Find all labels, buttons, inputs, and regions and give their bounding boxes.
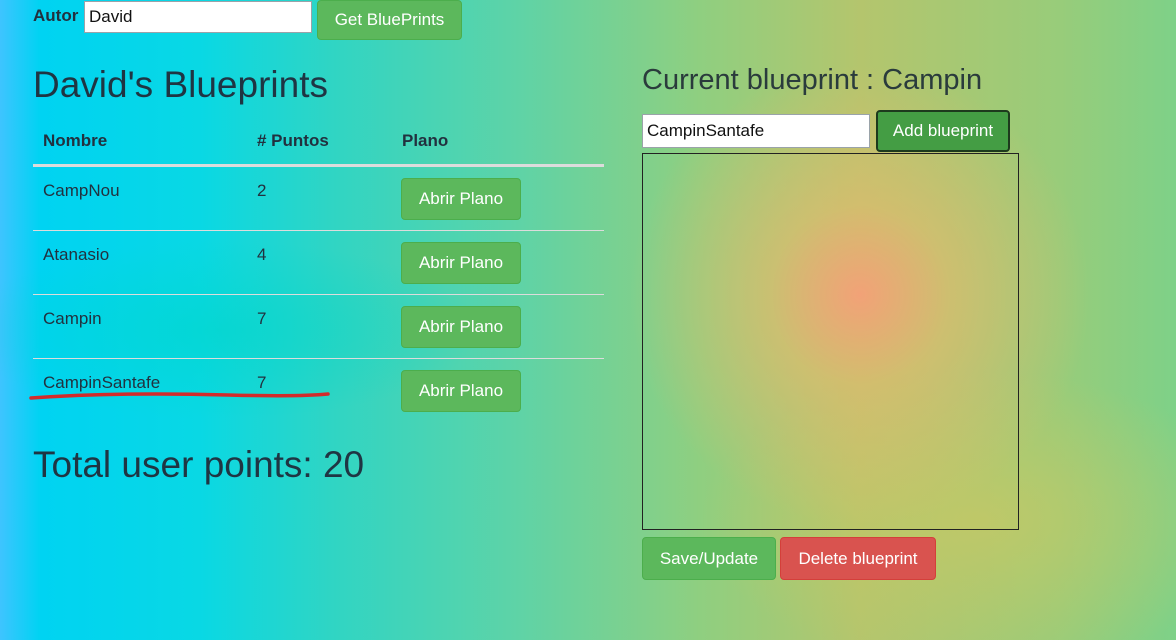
current-blueprint-title: Current blueprint : Campin (642, 64, 982, 97)
get-blueprints-button[interactable]: Get BluePrints (317, 0, 462, 40)
blueprint-canvas[interactable] (642, 153, 1019, 530)
current-blueprint-name: Campin (882, 64, 983, 96)
open-plan-button[interactable]: Abrir Plano (401, 242, 521, 284)
open-plan-button[interactable]: Abrir Plano (401, 306, 521, 348)
blueprint-points: 7 (257, 309, 267, 328)
blueprint-name-input[interactable] (642, 114, 870, 148)
table-header: Nombre # Puntos Plano (33, 122, 604, 167)
delete-blueprint-button[interactable]: Delete blueprint (780, 537, 936, 580)
add-blueprint-button[interactable]: Add blueprint (876, 110, 1010, 152)
blueprint-name: Atanasio (43, 245, 110, 264)
blueprint-name: Campin (43, 309, 102, 328)
total-points-value: 20 (322, 444, 365, 485)
column-header-points: # Puntos (257, 131, 329, 150)
red-underline-annotation (29, 392, 330, 400)
author-input[interactable] (84, 1, 312, 33)
blueprints-table: Nombre # Puntos Plano CampNou 2 Abrir Pl… (33, 122, 604, 422)
author-label: Autor (33, 6, 79, 25)
blueprints-title: David's Blueprints (33, 64, 328, 105)
blueprint-points: 4 (257, 245, 267, 264)
column-header-name: Nombre (43, 131, 108, 150)
column-header-plan: Plano (402, 131, 449, 150)
open-plan-button[interactable]: Abrir Plano (401, 370, 521, 412)
current-blueprint-label: Current blueprint : (642, 64, 883, 96)
total-user-points: Total user points: 20 (33, 444, 364, 486)
save-update-button[interactable]: Save/Update (642, 537, 776, 580)
table-row: Atanasio 4 Abrir Plano (33, 231, 604, 295)
table-row: Campin 7 Abrir Plano (33, 295, 604, 359)
blueprint-points: 2 (257, 181, 267, 200)
total-points-label: Total user points: (33, 444, 323, 485)
open-plan-button[interactable]: Abrir Plano (401, 178, 521, 220)
table-row: CampNou 2 Abrir Plano (33, 167, 604, 231)
blueprint-name: CampNou (43, 181, 120, 200)
